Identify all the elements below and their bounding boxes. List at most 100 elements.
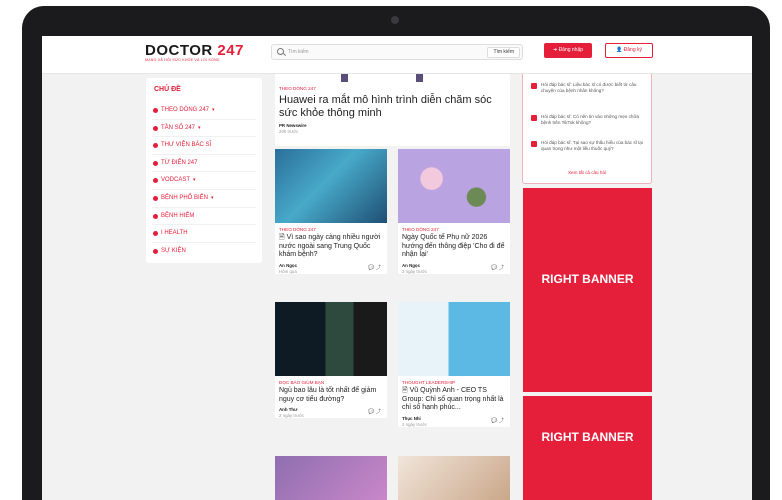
topic-icon [153,248,158,254]
logo-tagline: MẠNG XÃ HỘI SỨC KHỎE VÀ LỐI SỐNG [145,58,220,62]
topic-icon [153,160,158,166]
article-category[interactable]: THOUGHT LEADERSHIP [398,376,510,385]
topic-icon [153,213,158,219]
article-category[interactable]: ĐỌC BÁO GIÙM BẠN [275,376,387,385]
logo-num: 247 [217,42,244,59]
sidebar-item-tan-so[interactable]: TẦN SỐ 247 ▾ [152,120,256,138]
login-label: Đăng nhập [558,47,584,53]
site-logo[interactable]: DOCTOR 247 [145,42,244,59]
search-icon [277,48,284,55]
doctor-faq-box: Hỏi đáp bác sĩ: Liệu bác sĩ có được biết… [522,74,652,184]
question-icon [531,141,537,147]
register-button[interactable]: 👤 Đăng ký [605,43,653,58]
article-title[interactable]: Huawei ra mắt mô hình trình diễn chăm só… [275,91,510,120]
featured-article[interactable]: THEO DÒNG 247 Huawei ra mắt mô hình trìn… [275,74,628,146]
faq-question-text: Hỏi đáp bác sĩ: Có nên tin vào những mẹo… [541,114,640,125]
screen: DOCTOR 247 MẠNG XÃ HỘI SỨC KHỎE VÀ LỐI S… [42,36,752,500]
right-banner[interactable]: RIGHT BANNER [523,396,652,500]
sidebar-item-label: THEO DÒNG 247 [161,107,210,113]
article-category[interactable]: THEO DÒNG 247 [275,82,510,91]
comment-share-icon[interactable]: 💬 ⤴ [491,417,504,424]
article-image[interactable] [275,149,387,223]
sidebar-title: CHỦ ĐỀ [154,86,181,93]
laptop-frame: DOCTOR 247 MẠNG XÃ HỘI SỨC KHỎE VÀ LỐI S… [22,6,770,500]
chevron-down-icon[interactable]: ▾ [198,125,201,131]
site-header: DOCTOR 247 MẠNG XÃ HỘI SỨC KHỎE VÀ LỐI S… [42,36,752,74]
faq-question[interactable]: Hỏi đáp bác sĩ: Liệu bác sĩ có được biết… [531,82,643,94]
sidebar-item-i-health[interactable]: I HEALTH [152,225,256,243]
article-time-text: 2 ngày trước [402,268,428,274]
article-author[interactable]: PR Newswire [275,120,510,128]
article-image[interactable] [398,456,510,500]
article-time: 20h trước💬 ⤴ [275,125,628,134]
webcam [391,16,399,24]
chevron-down-icon[interactable]: ▾ [212,107,215,113]
topic-icon [153,195,158,201]
article-title[interactable]: 🗎 Vì sao ngày càng nhiều người nước ngoà… [275,232,387,260]
article-time: 2 ngày trước 💬 ⤴ [398,418,510,427]
sidebar-item-label: THƯ VIỆN BÁC SĨ [161,142,212,149]
faq-question-text: Hỏi đáp bác sĩ: Liệu bác sĩ có được biết… [541,82,637,93]
sidebar-item-label: VODCAST [161,177,191,184]
sidebar-item-benh-hiem[interactable]: BỆNH HIẾM [152,208,256,226]
right-banner-label: RIGHT BANNER [541,272,634,286]
faq-question[interactable]: Hỏi đáp bác sĩ: Có nên tin vào những mẹo… [531,114,643,126]
sidebar-item-label: TẦN SỐ 247 [161,124,196,131]
topic-icon [153,125,158,131]
topic-icon [153,231,158,237]
sidebar-item-label: BỆNH PHỔ BIẾN [161,194,209,201]
right-banner-label: RIGHT BANNER [541,430,634,444]
sidebar-item-benh-pho-bien[interactable]: BỆNH PHỔ BIẾN ▾ [152,190,256,208]
comment-share-icon[interactable]: 💬 ⤴ [368,408,381,415]
faq-see-all-link[interactable]: Xem tất cả câu hỏi [523,170,651,175]
featured-image[interactable] [275,74,510,82]
article-time-text: 2 ngày trước [279,413,305,418]
article-time-text: Hôm qua [279,268,297,274]
faq-question[interactable]: Hỏi đáp bác sĩ: Tại sao sự thấu hiểu của… [531,140,643,152]
question-icon [531,115,537,121]
login-icon: ➜ [552,47,558,53]
article-time: 2 ngày trước 💬 ⤴ [398,265,510,274]
article-category[interactable]: THEO DÒNG 247 [398,223,510,232]
sidebar-item-thu-vien[interactable]: THƯ VIỆN BÁC SĨ [152,137,256,155]
chevron-down-icon[interactable]: ▾ [193,177,196,183]
article-time-text: 20h trước [279,129,299,134]
sidebar-item-label: BỆNH HIẾM [161,212,195,219]
search-button[interactable]: Tìm kiếm [487,46,520,58]
article-title[interactable]: 🗎 Vũ Quỳnh Anh - CEO TS Group: Chỉ số qu… [398,385,510,413]
search-bar[interactable]: Tìm kiếm Tìm kiếm [271,44,523,60]
article-time: Hôm qua 💬 ⤴ [275,265,387,274]
sidebar-item-su-kien[interactable]: SỰ KIỆN [152,243,256,261]
register-label: Đăng ký [623,47,642,53]
article-card[interactable]: THOUGHT LEADERSHIP 🗎 Vũ Quỳnh Anh - CEO … [398,302,510,427]
faq-question-text: Hỏi đáp bác sĩ: Tại sao sự thấu hiểu của… [541,140,643,151]
article-category[interactable]: THEO DÒNG 247 [275,223,387,232]
sidebar-item-label: SỰ KIỆN [161,247,186,254]
article-card[interactable] [398,456,510,500]
article-title[interactable]: Ngủ bao lâu là tốt nhất để giảm nguy cơ … [275,385,387,404]
comment-share-icon[interactable]: 💬 ⤴ [368,264,381,271]
article-title[interactable]: Ngày Quốc tế Phụ nữ 2026 hướng đến thông… [398,232,510,260]
article-image[interactable] [398,302,510,376]
article-card[interactable]: THEO DÒNG 247 🗎 Vì sao ngày càng nhiều n… [275,149,387,274]
search-input[interactable]: Tìm kiếm [288,49,309,55]
topic-icon [153,178,158,184]
right-banner[interactable]: RIGHT BANNER [523,188,652,392]
topic-icon [153,108,158,113]
topic-icon [153,143,158,149]
sidebar-item-tu-dien[interactable]: TỪ ĐIỂN 247 [152,155,256,173]
sidebar-item-theo-dong[interactable]: THEO DÒNG 247 ▾ [152,102,256,120]
article-time: 2 ngày trước 💬 ⤴ [275,409,387,418]
sidebar-item-vodcast[interactable]: VODCAST ▾ [152,172,256,190]
article-card[interactable] [275,456,387,500]
article-card[interactable]: ĐỌC BÁO GIÙM BẠN Ngủ bao lâu là tốt nhất… [275,302,387,418]
question-icon [531,83,537,89]
article-image[interactable] [275,302,387,376]
article-image[interactable] [398,149,510,223]
article-card[interactable]: THEO DÒNG 247 Ngày Quốc tế Phụ nữ 2026 h… [398,149,510,274]
chevron-down-icon[interactable]: ▾ [211,195,214,201]
article-image[interactable] [275,456,387,500]
comment-share-icon[interactable]: 💬 ⤴ [491,264,504,271]
login-button[interactable]: ➜ Đăng nhập [544,43,592,58]
sidebar-item-label: I HEALTH [161,230,188,237]
